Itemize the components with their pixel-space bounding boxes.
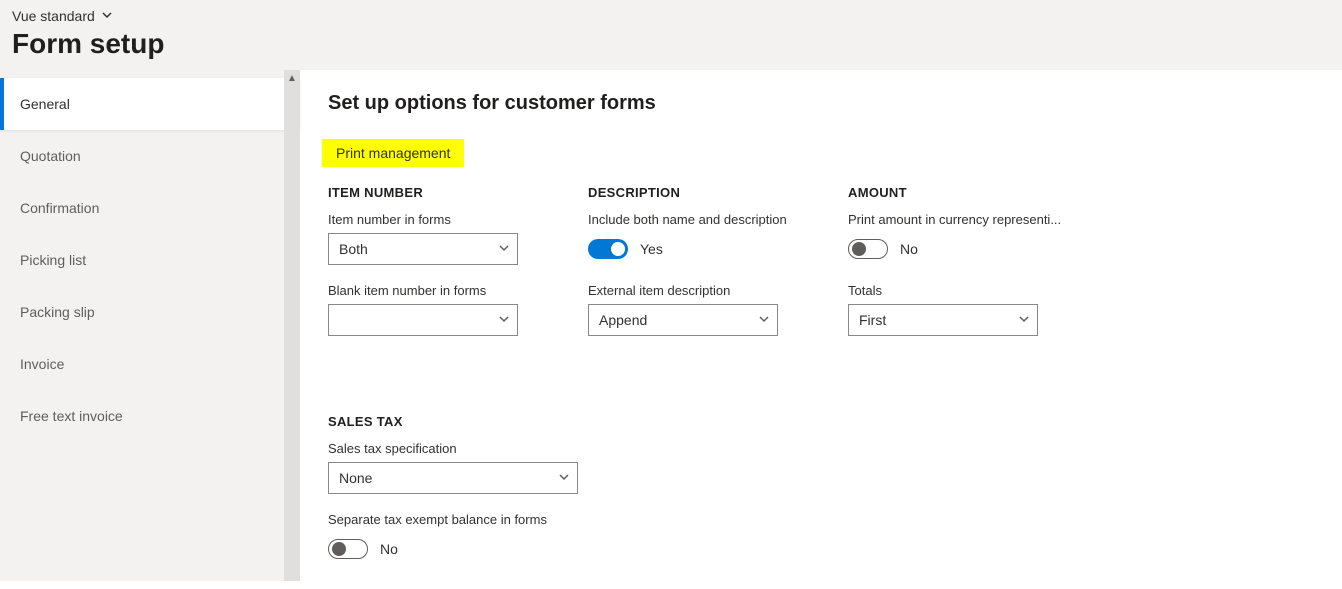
print-management-button[interactable]: Print management xyxy=(322,139,464,167)
col-header-amount: AMOUNT xyxy=(848,185,1061,200)
field-totals: Totals First xyxy=(848,283,1061,336)
select-external-item[interactable]: Append xyxy=(588,304,778,336)
select-value: None xyxy=(328,462,578,494)
label-blank-item-number: Blank item number in forms xyxy=(328,283,528,298)
sidebar-item-label: Quotation xyxy=(20,148,81,164)
field-item-number-in-forms: Item number in forms Both xyxy=(328,212,528,265)
col-header-description: DESCRIPTION xyxy=(588,185,788,200)
print-mgmt-label: Print management xyxy=(336,145,450,161)
field-print-amount: Print amount in currency representi... N… xyxy=(848,212,1061,265)
select-item-number-in-forms[interactable]: Both xyxy=(328,233,518,265)
col-header-sales-tax: SALES TAX xyxy=(328,414,578,429)
sidebar-item-label: Invoice xyxy=(20,356,64,372)
toggle-label-separate-tax: No xyxy=(380,541,398,557)
label-separate-tax: Separate tax exempt balance in forms xyxy=(328,512,578,527)
select-sales-tax-spec[interactable]: None xyxy=(328,462,578,494)
sidebar-item-label: General xyxy=(20,96,70,112)
sidebar-item-label: Picking list xyxy=(20,252,86,268)
sidebar: General Quotation Confirmation Picking l… xyxy=(0,70,300,581)
toggle-separate-tax[interactable] xyxy=(328,539,368,559)
select-value: Both xyxy=(328,233,518,265)
field-include-both: Include both name and description Yes xyxy=(588,212,788,265)
sidebar-item-quotation[interactable]: Quotation xyxy=(0,130,300,182)
select-value: First xyxy=(848,304,1038,336)
toggle-include-both[interactable] xyxy=(588,239,628,259)
scrollbar[interactable]: ▲ xyxy=(284,70,300,581)
sidebar-list: General Quotation Confirmation Picking l… xyxy=(0,70,300,442)
toggle-thumb xyxy=(332,542,346,556)
label-print-amount: Print amount in currency representi... xyxy=(848,212,1061,227)
toggle-thumb xyxy=(611,242,625,256)
chevron-down-icon xyxy=(101,8,113,24)
toggle-print-amount[interactable] xyxy=(848,239,888,259)
main-panel: Set up options for customer forms Print … xyxy=(300,70,1342,581)
scroll-up-icon[interactable]: ▲ xyxy=(284,70,300,86)
label-external-item: External item description xyxy=(588,283,788,298)
view-selector[interactable]: Vue standard xyxy=(12,8,113,24)
sidebar-item-confirmation[interactable]: Confirmation xyxy=(0,182,300,234)
select-blank-item-number[interactable] xyxy=(328,304,518,336)
sidebar-item-general[interactable]: General xyxy=(0,78,300,130)
field-blank-item-number: Blank item number in forms xyxy=(328,283,528,336)
label-item-number-in-forms: Item number in forms xyxy=(328,212,528,227)
field-separate-tax: Separate tax exempt balance in forms No xyxy=(328,512,578,565)
label-sales-tax-spec: Sales tax specification xyxy=(328,441,578,456)
sidebar-item-packing-slip[interactable]: Packing slip xyxy=(0,286,300,338)
sidebar-item-free-text-invoice[interactable]: Free text invoice xyxy=(0,390,300,442)
toggle-thumb xyxy=(852,242,866,256)
header-bar: Vue standard Form setup xyxy=(0,0,1342,70)
col-header-item-number: ITEM NUMBER xyxy=(328,185,528,200)
content-row: General Quotation Confirmation Picking l… xyxy=(0,70,1342,581)
select-value: Append xyxy=(588,304,778,336)
col-description: DESCRIPTION Include both name and descri… xyxy=(588,185,788,354)
field-sales-tax-spec: Sales tax specification None xyxy=(328,441,578,494)
field-external-item: External item description Append xyxy=(588,283,788,336)
col-sales-tax: SALES TAX Sales tax specification None S… xyxy=(328,414,578,581)
label-totals: Totals xyxy=(848,283,1061,298)
select-value xyxy=(328,304,518,336)
main-title: Set up options for customer forms xyxy=(328,92,1314,115)
toggle-label-include-both: Yes xyxy=(640,241,663,257)
form-columns: ITEM NUMBER Item number in forms Both Bl… xyxy=(328,185,1314,581)
label-include-both: Include both name and description xyxy=(588,212,788,227)
sidebar-item-picking-list[interactable]: Picking list xyxy=(0,234,300,286)
sidebar-item-label: Confirmation xyxy=(20,200,99,216)
page-title: Form setup xyxy=(12,28,1330,60)
col-item-number: ITEM NUMBER Item number in forms Both Bl… xyxy=(328,185,528,354)
sidebar-item-invoice[interactable]: Invoice xyxy=(0,338,300,390)
sidebar-item-label: Packing slip xyxy=(20,304,95,320)
view-selector-label: Vue standard xyxy=(12,8,95,24)
col-amount: AMOUNT Print amount in currency represen… xyxy=(848,185,1061,354)
select-totals[interactable]: First xyxy=(848,304,1038,336)
toggle-label-print-amount: No xyxy=(900,241,918,257)
sidebar-item-label: Free text invoice xyxy=(20,408,123,424)
